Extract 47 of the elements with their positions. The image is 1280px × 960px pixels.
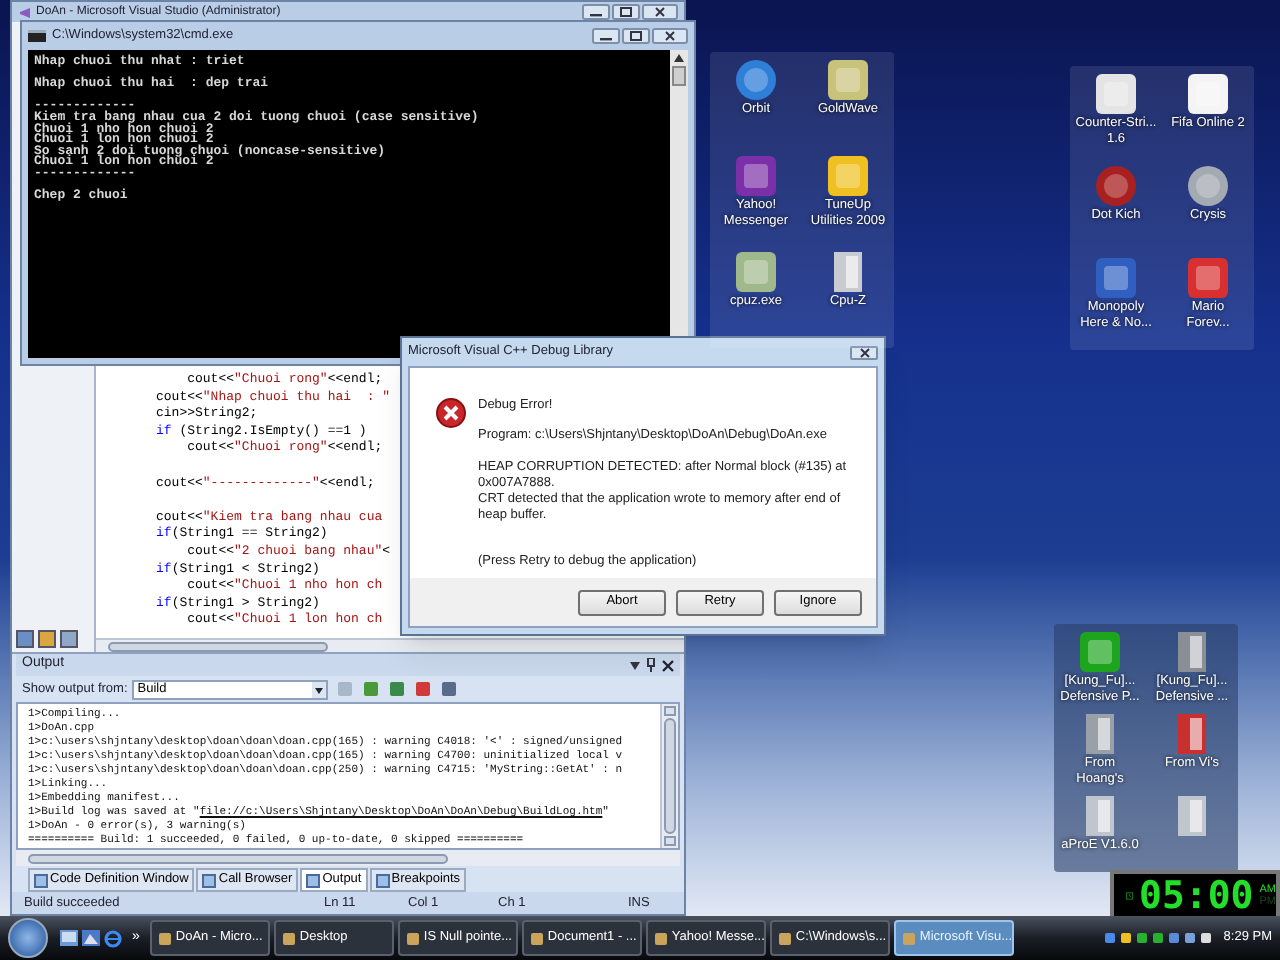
app-icon [1186,164,1230,208]
app-icon [826,154,870,198]
app-icon [405,931,420,945]
app-icon [653,931,668,945]
pin-icon [646,658,656,672]
vertical-scrollbar[interactable] [660,704,678,848]
app-icon [734,154,778,198]
scroll-up-icon [672,52,686,64]
app-icon [529,931,544,945]
console-icon [28,30,46,42]
window-icon [34,873,48,887]
app-icon [157,931,172,945]
app-icon [1185,72,1230,116]
close-button[interactable] [850,345,878,359]
close-icon [859,347,869,357]
maximize-icon [612,4,640,20]
toolbar-icon [439,680,458,698]
app-icon [901,931,916,945]
start-button[interactable] [8,918,48,958]
close-icon [652,28,688,44]
scroll-thumb[interactable] [672,66,686,86]
app-icon [734,58,778,102]
close-icon [662,659,674,671]
error-icon [436,398,466,428]
app-icon [1094,72,1138,116]
app-icon [1093,164,1138,208]
app-icon [1077,630,1122,674]
app-icon [825,58,870,102]
clock-time: 05:00 [1139,875,1254,915]
minimize-icon [582,4,610,20]
horizontal-scrollbar[interactable] [16,850,680,866]
window-icon [306,873,321,887]
app-icon [1093,256,1138,300]
close-icon [642,4,678,20]
app-icon [1186,256,1230,300]
app-icon [777,931,792,945]
app-icon [734,250,778,294]
maximize-icon [622,28,650,44]
minimize-icon [592,28,620,44]
app-icon [281,931,296,945]
clock-icon [1126,887,1134,903]
window-icon [202,873,217,887]
desktop-icon [60,930,78,946]
dropdown-caret-icon [311,681,326,697]
horizontal-scrollbar[interactable] [96,638,684,652]
window-icon [375,873,390,887]
dropdown-caret-icon [630,661,640,669]
